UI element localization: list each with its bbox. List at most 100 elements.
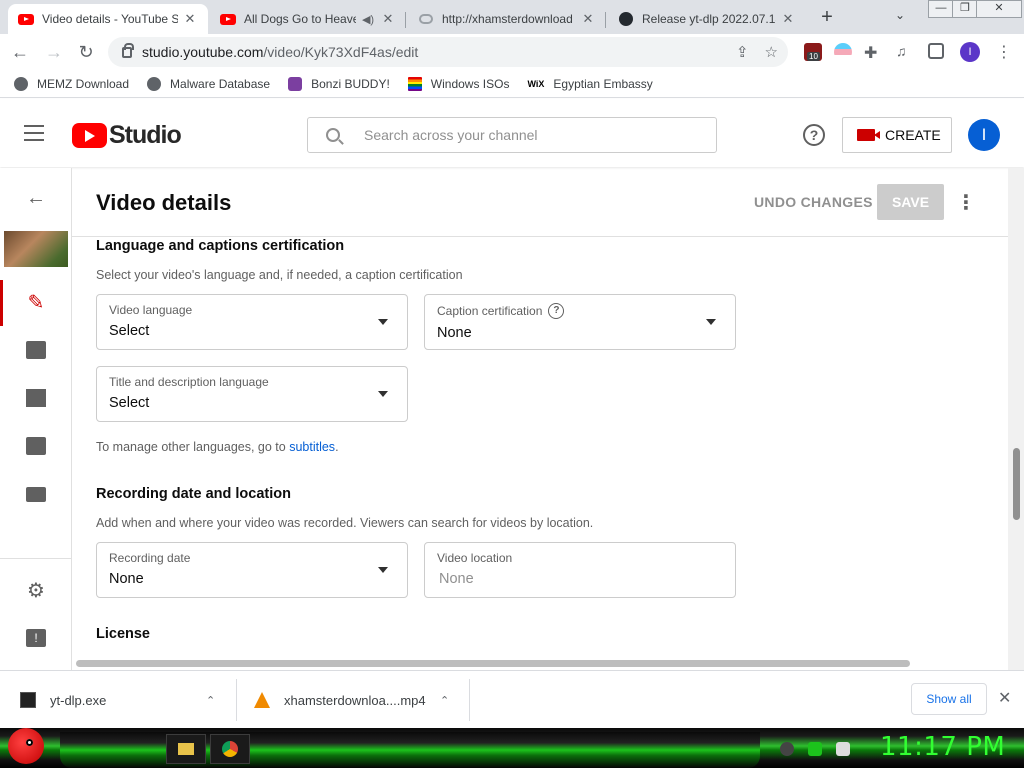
extension-ublock-icon[interactable]: 10 [804,43,822,61]
video-location-input[interactable]: Video location None [424,542,736,598]
studio-logo[interactable]: Studio [72,121,182,150]
download-item-mp4[interactable]: xhamsterdownloa....mp4 ⌃ [254,671,464,729]
video-camera-icon [857,129,880,141]
horizontal-scrollbar-thumb[interactable] [76,660,910,667]
recording-date-dropdown[interactable]: Recording date None [96,542,408,598]
media-control-icon[interactable]: ♫ [896,43,914,61]
subtitles-link[interactable]: subtitles [289,440,335,454]
search-placeholder: Search across your channel [364,127,538,143]
start-button-angry-bird-icon[interactable] [8,728,44,764]
help-icon[interactable]: ? [803,124,825,146]
tab-xhamster[interactable]: http://xhamsterdownload ✕ [408,4,606,34]
license-section-title: License [96,626,150,642]
taskbar-clock[interactable]: 11:17 PM [880,732,1005,762]
save-button[interactable]: SAVE [877,184,944,220]
address-bar[interactable]: studio.youtube.com/video/Kyk73XdF4as/edi… [108,37,788,67]
title-description-language-dropdown[interactable]: Title and description language Select [96,366,408,422]
lock-icon[interactable] [122,42,134,58]
youtube-icon [18,11,34,27]
forward-arrow-icon[interactable]: → [42,40,66,64]
tab-all-dogs[interactable]: All Dogs Go to Heave ◀) ✕ [210,4,406,34]
bookmark-label: Egyptian Embassy [553,76,653,91]
dropdown-arrow-icon [378,567,388,573]
chrome-menu-icon[interactable]: ⋮ [996,42,1012,62]
field-value: Select [109,395,150,411]
exe-file-icon [20,692,36,708]
volume-icon[interactable] [836,742,850,756]
tab-release-yt-dlp[interactable]: Release yt-dlp 2022.07.18 ✕ [608,4,806,34]
bookmark-bonzi-buddy[interactable]: Bonzi BUDDY! [288,76,390,91]
subtitles-icon[interactable] [24,482,48,506]
caption-certification-dropdown[interactable]: Caption certification ? None [424,294,736,350]
restore-button[interactable]: ❐ [952,0,978,18]
pencil-details-icon[interactable]: ✎ [24,290,48,314]
close-window-button[interactable]: ✕ [976,0,1022,18]
share-icon[interactable]: ⇪ [736,43,749,61]
minimize-button[interactable]: — [928,0,954,18]
language-section-title: Language and captions certification [96,238,345,254]
field-label: Recording date [109,551,191,565]
tab-title: Video details - YouTube S [42,12,178,26]
github-icon [618,11,634,27]
reload-icon[interactable]: ↻ [74,40,98,64]
bookmark-memz[interactable]: MEMZ Download [14,76,130,91]
field-label: Video location [437,551,513,565]
chevron-up-icon[interactable]: ⌃ [206,694,215,707]
send-feedback-icon[interactable]: ! [24,626,48,650]
back-arrow-icon[interactable]: ← [24,186,48,210]
tab-strip: Video details - YouTube S ✕ All Dogs Go … [0,0,1024,34]
more-options-icon[interactable]: ⋮ [956,190,976,215]
bookmarks-bar: MEMZ Download Malware Database Bonzi BUD… [0,70,1024,98]
back-arrow-icon[interactable]: ← [8,40,32,64]
create-button[interactable]: CREATE [842,117,952,153]
file-explorer-icon[interactable] [166,734,206,764]
show-all-downloads-button[interactable]: Show all [911,683,987,715]
channel-search-input[interactable]: Search across your channel [307,117,717,153]
download-item-yt-dlp[interactable]: yt-dlp.exe ⌃ [20,671,230,729]
chrome-profile-avatar[interactable]: I [960,42,980,62]
active-indicator [0,280,3,326]
field-label: Video language [109,303,193,317]
bookmark-label: Malware Database [170,76,271,91]
tab-title: All Dogs Go to Heave [244,12,356,26]
tab-video-details[interactable]: Video details - YouTube S ✕ [8,4,208,34]
extensions-puzzle-icon[interactable]: ✚ [864,43,882,62]
bookmark-egyptian-embassy[interactable]: WiX Egyptian Embassy [527,77,652,91]
close-tab-icon[interactable]: ✕ [182,11,198,27]
hamburger-menu-icon[interactable] [24,125,44,141]
video-language-dropdown[interactable]: Video language Select [96,294,408,350]
close-tab-icon[interactable]: ✕ [580,11,596,27]
vertical-scrollbar-thumb[interactable] [1013,448,1020,520]
vertical-scrollbar[interactable] [1008,168,1024,670]
settings-gear-icon[interactable]: ⚙ [24,578,48,602]
chevron-up-icon[interactable]: ⌃ [440,694,449,707]
speaker-icon[interactable]: ◀) [360,13,376,26]
editor-clapper-icon[interactable] [24,386,48,410]
bookmark-malware-database[interactable]: Malware Database [147,76,271,91]
bookmark-star-icon[interactable]: ☆ [765,43,778,61]
comments-icon[interactable] [24,434,48,458]
video-thumbnail[interactable] [4,231,68,267]
tab-search-icon[interactable]: ⌄ [895,8,905,22]
close-tab-icon[interactable]: ✕ [380,11,396,27]
help-icon[interactable]: ? [548,303,565,319]
taskbar-band [60,732,760,768]
bookmark-label: Bonzi BUDDY! [311,76,390,91]
new-tab-button[interactable]: + [815,6,839,30]
recording-section-title: Recording date and location [96,486,291,502]
chrome-taskbar-icon[interactable] [210,734,250,764]
account-avatar[interactable]: I [968,119,1000,151]
extension-flag-icon[interactable] [834,43,852,61]
page-title: Video details [96,190,232,215]
close-tab-icon[interactable]: ✕ [780,11,796,27]
vlc-cone-icon [254,692,270,708]
download-filename: yt-dlp.exe [50,692,107,708]
tray-chevron-icon[interactable] [780,742,794,756]
bookmark-windows-isos[interactable]: Windows ISOs [407,76,509,91]
undo-changes-button[interactable]: UNDO CHANGES [754,194,873,210]
analytics-icon[interactable] [24,338,48,362]
side-panel-icon[interactable] [928,43,944,59]
network-icon[interactable] [808,742,822,756]
bookmark-label: MEMZ Download [37,76,130,91]
close-shelf-icon[interactable]: ✕ [998,688,1011,708]
